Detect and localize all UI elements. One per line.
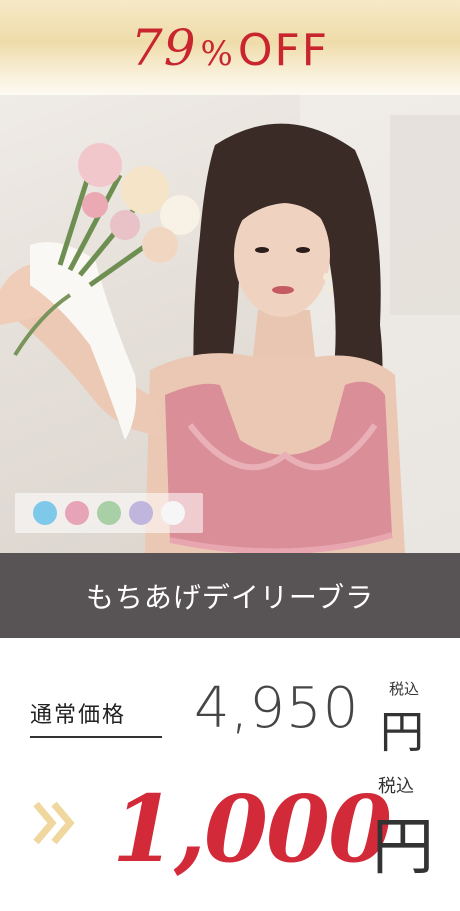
color-swatches [15,493,203,533]
regular-currency: 円 [380,707,424,758]
percent-sign: % [200,33,234,74]
discount-text: 79 % OFF [131,19,329,77]
discount-banner: 79 % OFF [0,0,460,95]
sale-price: 1,000 [112,775,392,883]
sale-tax-label: 税込 [378,776,414,797]
double-chevron-right-icon [32,798,82,852]
product-name: もちあげデイリーブラ [85,580,375,614]
color-swatch-4[interactable] [129,501,153,525]
off-label: OFF [237,24,330,76]
sale-currency: 円 [372,810,435,883]
color-swatch-3[interactable] [97,501,121,525]
color-swatch-5[interactable] [161,501,185,525]
color-swatch-2[interactable] [65,501,89,525]
product-photo[interactable] [0,95,460,553]
product-card[interactable]: 79 % OFF もちあげデイリーブラ 通常価格 4,950 税込 円 1,00… [0,0,460,911]
regular-price-label: 通常価格 [30,697,162,738]
product-name-bar: もちあげデイリーブラ [0,553,460,638]
color-swatch-1[interactable] [33,501,57,525]
model-illustration [0,95,460,553]
discount-number: 79 [130,18,197,77]
regular-price: 4,950 [194,676,360,741]
